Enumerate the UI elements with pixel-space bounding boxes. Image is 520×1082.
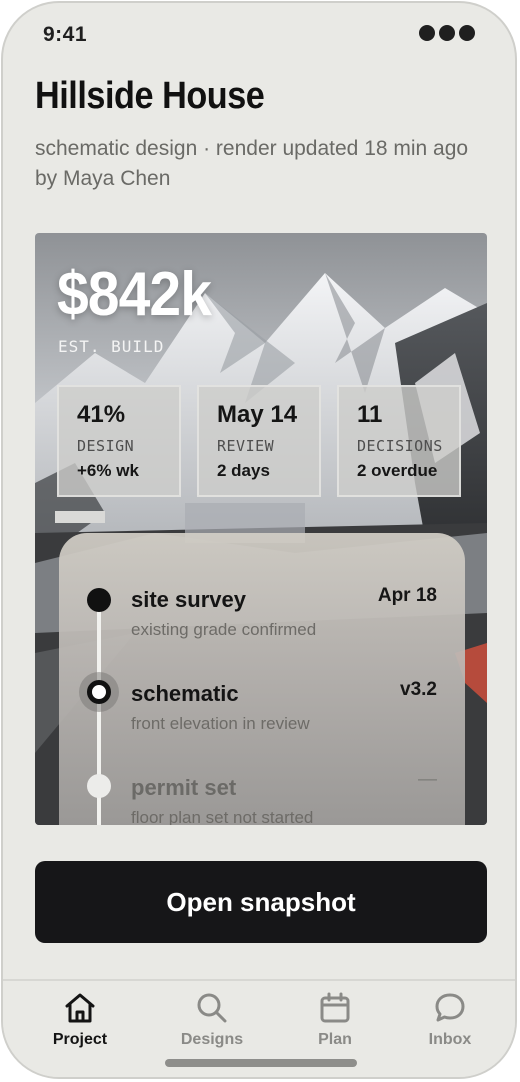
tab-label: Inbox <box>428 1031 472 1048</box>
stat-card-decisions[interactable]: 11 DECISIONS 2 overdue <box>337 385 461 497</box>
milestone-subtitle: front elevation in review <box>131 714 310 733</box>
current-dot-icon <box>87 680 111 704</box>
open-snapshot-button[interactable]: Open snapshot <box>35 861 487 943</box>
stat-label: DECISIONS <box>357 437 443 455</box>
estimated-build-label: EST. BUILD <box>58 337 165 356</box>
tab-project[interactable]: Project <box>25 991 135 1049</box>
stat-detail: 2 days <box>217 461 270 480</box>
estimated-build-amount: $842k <box>57 260 212 329</box>
stat-card-review[interactable]: May 14 REVIEW 2 days <box>197 385 321 497</box>
stat-detail: 2 overdue <box>357 461 438 480</box>
milestone-subtitle: existing grade confirmed <box>131 620 317 639</box>
milestone-title: permit set <box>131 775 237 800</box>
tab-label: Project <box>52 1031 108 1048</box>
pending-dot-icon <box>87 774 111 798</box>
home-icon <box>65 993 95 1023</box>
render-hero-card[interactable]: $842k EST. BUILD 41% DESIGN +6% wk May 1… <box>35 233 487 825</box>
stat-value: 11 <box>357 401 383 428</box>
milestone-version: v3.2 <box>400 679 437 700</box>
page-title: Hillside House <box>35 75 265 117</box>
tab-plan[interactable]: Plan <box>280 991 390 1049</box>
milestone-timeline: site survey existing grade confirmed Apr… <box>59 533 465 825</box>
stat-value: May 14 <box>217 401 298 428</box>
phone-frame: 9:41 Hillside House schematic design · r… <box>1 1 517 1079</box>
chat-bubble-icon <box>435 993 465 1022</box>
stat-label: REVIEW <box>217 437 275 455</box>
stats-row: 41% DESIGN +6% wk May 14 REVIEW 2 days 1… <box>57 385 461 497</box>
completed-dot-icon <box>87 588 111 612</box>
stat-label: DESIGN <box>77 437 135 455</box>
status-bar: 9:41 <box>43 21 475 49</box>
milestone-title: schematic <box>131 681 239 706</box>
home-indicator[interactable] <box>165 1059 357 1067</box>
status-time: 9:41 <box>43 23 88 46</box>
tab-label: Designs <box>180 1031 244 1048</box>
stat-card-design[interactable]: 41% DESIGN +6% wk <box>57 385 181 497</box>
page-subtitle: schematic design · render updated 18 min… <box>35 137 469 190</box>
calendar-icon <box>320 992 350 1023</box>
search-icon <box>197 993 227 1023</box>
milestone-subtitle: floor plan set not started <box>131 808 314 825</box>
stat-detail: +6% wk <box>77 461 139 480</box>
milestone-meta: — <box>418 769 437 790</box>
milestone-date: Apr 18 <box>377 585 437 606</box>
stat-value: 41% <box>77 401 126 428</box>
milestone-title: site survey <box>131 587 246 612</box>
tab-label: Plan <box>318 1031 352 1048</box>
more-options-icon[interactable] <box>419 25 475 41</box>
tab-designs[interactable]: Designs <box>157 991 267 1049</box>
tab-inbox[interactable]: Inbox <box>395 991 505 1049</box>
